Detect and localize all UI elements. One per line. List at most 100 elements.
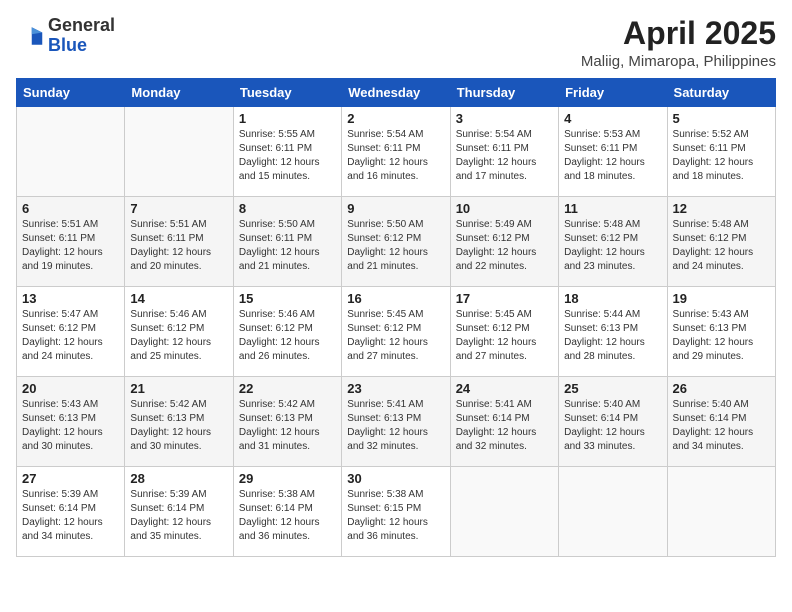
col-wednesday: Wednesday: [342, 79, 450, 107]
day-number: 18: [564, 291, 661, 306]
calendar-table: Sunday Monday Tuesday Wednesday Thursday…: [16, 78, 776, 557]
table-row: 25Sunrise: 5:40 AM Sunset: 6:14 PM Dayli…: [559, 377, 667, 467]
day-number: 6: [22, 201, 119, 216]
logo-text: General Blue: [48, 16, 115, 56]
table-row: 17 Sunrise: 5:45 AM Sunset: 6:12 PM Dayli…: [450, 287, 558, 377]
day-info: Sunrise: 5:45 AM Sunset: 6:12 PM Dayligh…: [347, 308, 444, 364]
table-row: 18 Sunrise: 5:44 AM Sunset: 6:13 PM Dayli…: [559, 287, 667, 377]
day-number: 2: [347, 111, 444, 126]
title-area: April 2025 Maliig, Mimaropa, Philippines: [581, 16, 776, 70]
table-row: 26 Sunrise: 5:40 AM Sunset: 6:14 PM Dayli…: [667, 377, 775, 467]
table-row: 30 Sunrise: 5:38 AM Sunset: 6:15 PM Dayli…: [342, 467, 450, 557]
table-row: 4 Sunrise: 5:53 AM Sunset: 6:11 PM Daylig…: [559, 107, 667, 197]
table-row: 28 Sunrise: 5:39 AM Sunset: 6:14 PM Dayli…: [125, 467, 233, 557]
table-row: [17, 107, 125, 197]
table-row: 9 Sunrise: 5:50 AM Sunset: 6:12 PM Daylig…: [342, 197, 450, 287]
table-row: 13 Sunrise: 5:47 AM Sunset: 6:12 PM Dayli…: [17, 287, 125, 377]
table-row: 14 Sunrise: 5:46 AM Sunset: 6:12 PM Dayli…: [125, 287, 233, 377]
day-info: Sunrise: 5:54 AM Sunset: 6:11 PM Dayligh…: [456, 128, 553, 184]
day-info: Sunrise: 5:38 AM Sunset: 6:14 PM Dayligh…: [239, 488, 336, 544]
day-number: 15: [239, 291, 336, 306]
day-info: Sunrise: 5:45 AM Sunset: 6:12 PM Dayligh…: [456, 308, 553, 364]
calendar-week-row: 20 Sunrise: 5:43 AM Sunset: 6:13 PM Dayli…: [17, 377, 776, 467]
day-number: 7: [130, 201, 227, 216]
table-row: 27 Sunrise: 5:39 AM Sunset: 6:14 PM Dayli…: [17, 467, 125, 557]
table-row: 2 Sunrise: 5:54 AM Sunset: 6:11 PM Daylig…: [342, 107, 450, 197]
table-row: 21Sunrise: 5:42 AM Sunset: 6:13 PM Dayli…: [125, 377, 233, 467]
day-number: 13: [22, 291, 119, 306]
table-row: 10 Sunrise: 5:49 AM Sunset: 6:12 PM Dayli…: [450, 197, 558, 287]
calendar-week-row: 13 Sunrise: 5:47 AM Sunset: 6:12 PM Dayli…: [17, 287, 776, 377]
day-info: Sunrise: 5:42 AM Sunset: 6:13 PM Dayligh…: [239, 398, 336, 454]
day-number: 28: [130, 471, 227, 486]
day-info: Sunrise: 5:52 AM Sunset: 6:11 PM Dayligh…: [673, 128, 770, 184]
col-tuesday: Tuesday: [233, 79, 341, 107]
day-info: Sunrise: 5:39 AM Sunset: 6:14 PM Dayligh…: [22, 488, 119, 544]
col-sunday: Sunday: [17, 79, 125, 107]
calendar-week-row: 27 Sunrise: 5:39 AM Sunset: 6:14 PM Dayli…: [17, 467, 776, 557]
day-number: 12: [673, 201, 770, 216]
day-info: Sunrise: 5:43 AM Sunset: 6:13 PM Dayligh…: [673, 308, 770, 364]
table-row: 24 Sunrise: 5:41 AM Sunset: 6:14 PM Dayli…: [450, 377, 558, 467]
generalblue-logo-icon: [16, 22, 44, 50]
table-row: 6Sunrise: 5:51 AM Sunset: 6:11 PM Daylig…: [17, 197, 125, 287]
day-info: Sunrise: 5:48 AM Sunset: 6:12 PM Dayligh…: [564, 218, 661, 274]
day-info: Sunrise: 5:38 AM Sunset: 6:15 PM Dayligh…: [347, 488, 444, 544]
day-number: 1: [239, 111, 336, 126]
day-number: 16: [347, 291, 444, 306]
day-number: 10: [456, 201, 553, 216]
day-number: 24: [456, 381, 553, 396]
table-row: 7 Sunrise: 5:51 AM Sunset: 6:11 PM Daylig…: [125, 197, 233, 287]
day-number: 25: [564, 381, 661, 396]
day-info: Sunrise: 5:46 AM Sunset: 6:12 PM Dayligh…: [130, 308, 227, 364]
day-info: Sunrise: 5:44 AM Sunset: 6:13 PM Dayligh…: [564, 308, 661, 364]
day-info: Sunrise: 5:50 AM Sunset: 6:11 PM Dayligh…: [239, 218, 336, 274]
day-number: 27: [22, 471, 119, 486]
day-info: Sunrise: 5:50 AM Sunset: 6:12 PM Dayligh…: [347, 218, 444, 274]
day-info: Sunrise: 5:40 AM Sunset: 6:14 PM Dayligh…: [673, 398, 770, 454]
day-number: 20: [22, 381, 119, 396]
table-row: [559, 467, 667, 557]
col-saturday: Saturday: [667, 79, 775, 107]
day-number: 14: [130, 291, 227, 306]
calendar-week-row: 6 Sunrise: 5:51 AM Sunset: 6:11 PM Daylig…: [17, 197, 776, 287]
day-number: 19: [673, 291, 770, 306]
day-number: 9: [347, 201, 444, 216]
day-info: Sunrise: 5:54 AM Sunset: 6:11 PM Dayligh…: [347, 128, 444, 184]
table-row: [667, 467, 775, 557]
day-number: 4: [564, 111, 661, 126]
day-number: 23: [347, 381, 444, 396]
table-row: 5Sunrise: 5:52 AM Sunset: 6:11 PM Daylig…: [667, 107, 775, 197]
day-info: Sunrise: 5:41 AM Sunset: 6:14 PM Dayligh…: [456, 398, 553, 454]
logo: General Blue: [16, 16, 115, 56]
day-number: 3: [456, 111, 553, 126]
day-info: Sunrise: 5:49 AM Sunset: 6:12 PM Dayligh…: [456, 218, 553, 274]
table-row: 1 Sunrise: 5:55 AM Sunset: 6:11 PM Daylig…: [233, 107, 341, 197]
day-info: Sunrise: 5:39 AM Sunset: 6:14 PM Dayligh…: [130, 488, 227, 544]
table-row: [450, 467, 558, 557]
table-row: 11 Sunrise: 5:48 AM Sunset: 6:12 PM Dayli…: [559, 197, 667, 287]
table-row: 19 Sunrise: 5:43 AM Sunset: 6:13 PM Dayli…: [667, 287, 775, 377]
day-number: 17: [456, 291, 553, 306]
day-info: Sunrise: 5:43 AM Sunset: 6:13 PM Dayligh…: [22, 398, 119, 454]
day-info: Sunrise: 5:55 AM Sunset: 6:11 PM Dayligh…: [239, 128, 336, 184]
col-thursday: Thursday: [450, 79, 558, 107]
table-row: 15Sunrise: 5:46 AM Sunset: 6:12 PM Dayli…: [233, 287, 341, 377]
day-info: Sunrise: 5:41 AM Sunset: 6:13 PM Dayligh…: [347, 398, 444, 454]
calendar-header-row: Sunday Monday Tuesday Wednesday Thursday…: [17, 79, 776, 107]
day-info: Sunrise: 5:47 AM Sunset: 6:12 PM Dayligh…: [22, 308, 119, 364]
day-number: 29: [239, 471, 336, 486]
day-number: 30: [347, 471, 444, 486]
calendar-title: April 2025: [581, 16, 776, 51]
table-row: 12Sunrise: 5:48 AM Sunset: 6:12 PM Dayli…: [667, 197, 775, 287]
table-row: 3 Sunrise: 5:54 AM Sunset: 6:11 PM Daylig…: [450, 107, 558, 197]
day-number: 26: [673, 381, 770, 396]
day-info: Sunrise: 5:51 AM Sunset: 6:11 PM Dayligh…: [130, 218, 227, 274]
day-number: 11: [564, 201, 661, 216]
table-row: 8 Sunrise: 5:50 AM Sunset: 6:11 PM Daylig…: [233, 197, 341, 287]
day-number: 22: [239, 381, 336, 396]
day-info: Sunrise: 5:53 AM Sunset: 6:11 PM Dayligh…: [564, 128, 661, 184]
calendar-week-row: 1 Sunrise: 5:55 AM Sunset: 6:11 PM Daylig…: [17, 107, 776, 197]
day-number: 8: [239, 201, 336, 216]
table-row: 22 Sunrise: 5:42 AM Sunset: 6:13 PM Dayli…: [233, 377, 341, 467]
